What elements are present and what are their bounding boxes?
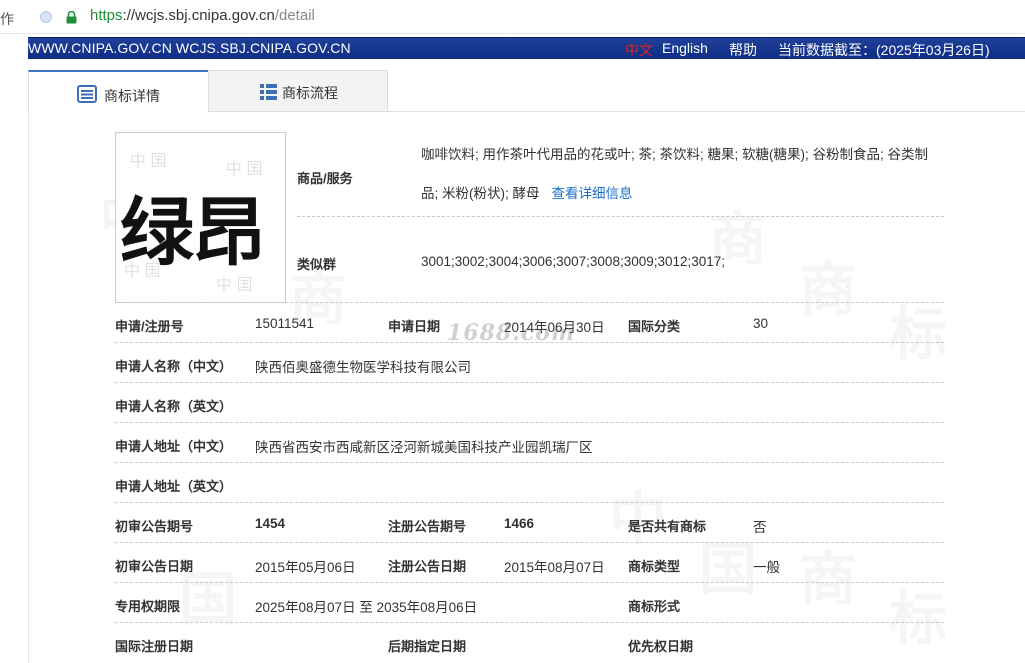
goods-services: 咖啡饮料; 用作茶叶代用品的花或叶; 茶; 茶饮料; 糖果; 软糖(糖果); 谷…	[421, 135, 941, 213]
applicant-en-label: 申请人名称（英文）	[115, 399, 233, 414]
trademark-detail-panel: 中 商 商 标 中 国 商 标 国 商 中 国 中 国 中 国 中 国 绿昂 商…	[28, 112, 1025, 663]
browser-address-bar: 作 https://wcjs.sbj.cnipa.gov.cn/detail	[0, 0, 1025, 34]
lang-english-link[interactable]: English	[662, 40, 708, 56]
divider	[115, 622, 944, 623]
detail-tabs: 商标详情 商标流程	[28, 70, 1025, 112]
reg-pub-no-label: 注册公告期号	[388, 519, 467, 534]
trademark-image: 中 国 中 国 中 国 中 国 绿昂	[115, 132, 286, 303]
url-path: /detail	[274, 7, 315, 24]
term-value: 2025年08月07日 至 2035年08月06日	[255, 600, 478, 615]
url-protocol: https	[90, 7, 123, 24]
left-gutter	[0, 34, 28, 663]
watermark-text: 国	[699, 522, 757, 606]
watermark-text: 中	[609, 472, 667, 556]
late-designation-label: 后期指定日期	[388, 639, 467, 654]
prelim-no-value: 1454	[255, 516, 286, 531]
address-cn-label: 申请人地址（中文）	[115, 439, 233, 454]
intl-class-label: 国际分类	[628, 319, 681, 334]
form-label: 商标形式	[628, 599, 681, 614]
term-label: 专用权期限	[115, 599, 181, 614]
watermark-text: 标	[889, 287, 947, 371]
trademark-mark-text: 绿昂	[120, 190, 266, 276]
divider	[115, 542, 944, 543]
reg-pub-no-value: 1466	[504, 516, 535, 531]
tab-trademark-process[interactable]: 商标流程	[208, 70, 388, 112]
watermark-text: 标	[889, 572, 947, 656]
tab-label: 商标详情	[104, 88, 160, 104]
divider	[297, 216, 944, 217]
reg-pub-date-label: 注册公告日期	[388, 559, 467, 574]
secure-lock-icon[interactable]	[66, 11, 77, 24]
reg-no-label: 申请/注册号	[115, 319, 184, 334]
site-domains: WWW.CNIPA.GOV.CN WCJS.SBJ.CNIPA.GOV.CN	[28, 40, 351, 56]
divider	[115, 462, 944, 463]
reg-no-value: 15011541	[255, 316, 315, 331]
applicant-cn-label: 申请人名称（中文）	[115, 359, 233, 374]
grid-list-icon	[260, 84, 277, 100]
type-label: 商标类型	[628, 559, 681, 574]
watermark-text: 商	[799, 242, 857, 326]
watermark-text: 商	[799, 532, 857, 616]
intl-class-value: 30	[753, 316, 769, 331]
divider	[115, 302, 944, 303]
prelim-date-label: 初审公告日期	[115, 559, 194, 574]
similar-group-value: 3001;3002;3004;3006;3007;3008;3009;3012;…	[421, 254, 726, 269]
help-link[interactable]: 帮助	[729, 40, 757, 60]
url-field[interactable]: https://wcjs.sbj.cnipa.gov.cn/detail	[90, 7, 315, 24]
list-detail-icon	[77, 85, 97, 103]
site-info-icon[interactable]	[40, 11, 52, 23]
data-as-of-date: 当前数据截至：(2025年03月26日)	[778, 42, 990, 58]
goods-value: 咖啡饮料; 用作茶叶代用品的花或叶; 茶; 茶饮料; 糖果; 软糖(糖果); 谷…	[421, 147, 929, 201]
site-top-bar: WWW.CNIPA.GOV.CN WCJS.SBJ.CNIPA.GOV.CN 中…	[28, 37, 1025, 59]
shared-value: 否	[753, 520, 767, 535]
prelim-no-label: 初审公告期号	[115, 519, 194, 534]
apply-date-label: 申请日期	[388, 319, 441, 334]
url-host: ://wcjs.sbj.cnipa.gov.cn	[122, 7, 275, 24]
goods-label: 商品/服务	[297, 171, 353, 186]
divider	[115, 502, 944, 503]
address-en-label: 申请人地址（英文）	[115, 479, 233, 494]
applicant-cn-value: 陕西佰奥盛德生物医学科技有限公司	[255, 360, 471, 375]
shared-label: 是否共有商标	[628, 519, 707, 534]
divider	[115, 382, 944, 383]
divider	[115, 342, 944, 343]
similar-group-label: 类似群	[297, 257, 337, 272]
divider	[115, 422, 944, 423]
priority-date-label: 优先权日期	[628, 639, 694, 654]
prelim-date-value: 2015年05月06日	[255, 560, 356, 575]
browser-nav-label: 作	[0, 11, 14, 27]
divider	[115, 582, 944, 583]
reg-pub-date-value: 2015年08月07日	[504, 560, 605, 575]
address-cn-value: 陕西省西安市西咸新区泾河新城美国科技产业园凯瑞厂区	[255, 440, 593, 455]
intl-reg-date-label: 国际注册日期	[115, 639, 194, 654]
tab-label: 商标流程	[282, 85, 338, 101]
type-value: 一般	[753, 560, 780, 575]
tab-trademark-detail[interactable]: 商标详情	[28, 70, 209, 112]
view-detail-link[interactable]: 查看详细信息	[552, 186, 633, 201]
lang-chinese-link[interactable]: 中文	[625, 40, 653, 60]
